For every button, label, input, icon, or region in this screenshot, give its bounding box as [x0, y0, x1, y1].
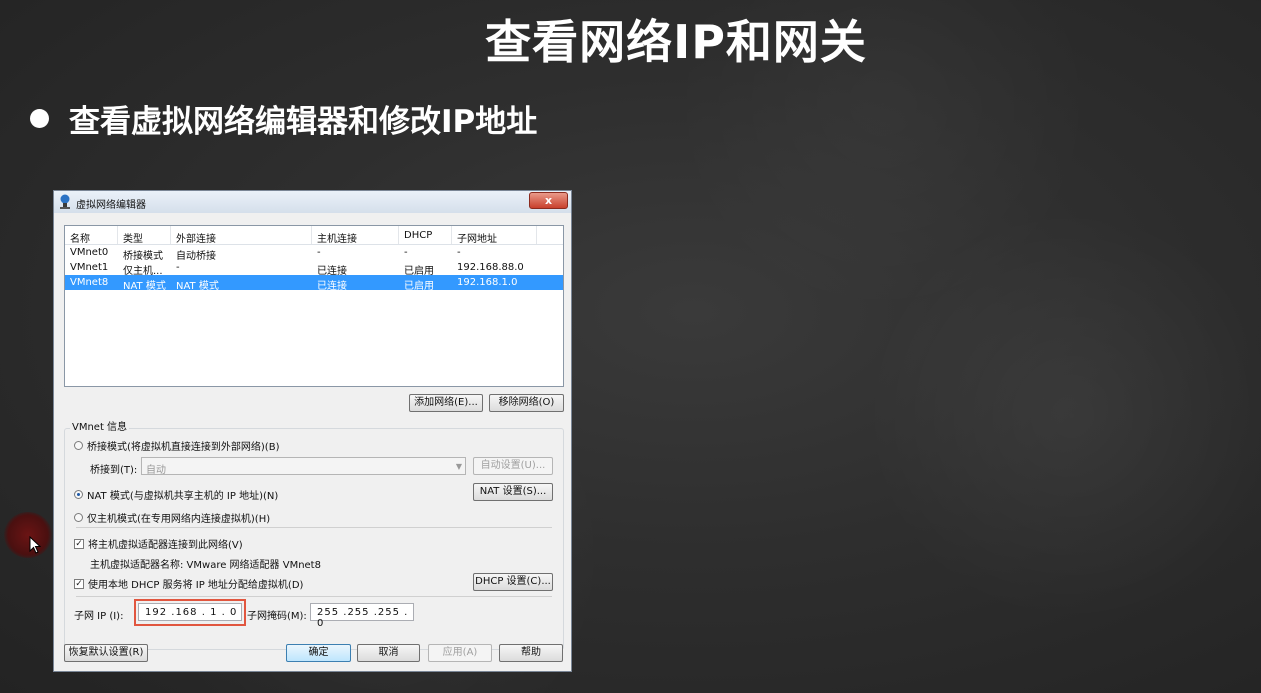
connect-adapter-label: 将主机虚拟适配器连接到此网络(V): [88, 540, 243, 551]
dhcp-settings-button[interactable]: DHCP 设置(C)...: [473, 573, 553, 591]
cell-external: -: [176, 262, 180, 273]
bridge-mode-radio[interactable]: [74, 441, 83, 450]
cell-host: 已连接: [317, 281, 347, 290]
network-row-vmnet8[interactable]: VMnet8 NAT 模式 NAT 模式 已连接 已启用 192.168.1.0: [65, 275, 563, 290]
cell-host: -: [317, 247, 321, 258]
cell-subnet: 192.168.88.0: [457, 262, 524, 273]
cell-dhcp: -: [404, 247, 408, 258]
add-network-button[interactable]: 添加网络(E)...: [409, 394, 483, 412]
nat-settings-button[interactable]: NAT 设置(S)...: [473, 483, 553, 501]
vmnet-info-label: VMnet 信息: [70, 418, 130, 433]
network-editor-app-icon: [60, 194, 70, 209]
cell-external: NAT 模式: [176, 281, 219, 290]
connect-adapter-checkbox[interactable]: ✓: [74, 538, 84, 549]
cell-type: NAT 模式: [123, 281, 166, 290]
bridge-mode-label: 桥接模式(将虚拟机直接连接到外部网络)(B): [87, 442, 280, 453]
column-header-type[interactable]: 类型: [118, 226, 171, 245]
dialog-title: 虚拟网络编辑器: [76, 200, 146, 211]
host-only-label: 仅主机模式(在专用网络内连接虚拟机)(H): [87, 514, 271, 525]
ok-button[interactable]: 确定: [286, 644, 351, 662]
bullet-text: 查看虚拟网络编辑器和修改IP地址: [69, 104, 538, 140]
mouse-cursor-icon: [29, 536, 41, 554]
cell-name: VMnet1: [70, 262, 109, 273]
host-only-radio[interactable]: [74, 513, 83, 522]
cancel-button[interactable]: 取消: [357, 644, 420, 662]
network-row-vmnet0[interactable]: VMnet0 桥接模式 自动桥接 - - -: [65, 245, 563, 260]
cell-host: 已连接: [317, 266, 347, 275]
use-dhcp-label: 使用本地 DHCP 服务将 IP 地址分配给虚拟机(D): [88, 580, 304, 591]
bullet-item: 查看虚拟网络编辑器和修改IP地址: [30, 96, 537, 141]
cell-type: 仅主机...: [123, 266, 163, 275]
bridge-to-value: 自动: [146, 465, 166, 476]
column-header-external[interactable]: 外部连接: [171, 226, 312, 245]
column-header-dhcp[interactable]: DHCP: [399, 226, 452, 244]
bridge-to-select[interactable]: 自动 ▼: [141, 457, 466, 476]
cell-type: 桥接模式: [123, 251, 163, 260]
apply-button[interactable]: 应用(A): [428, 644, 492, 662]
column-header-name[interactable]: 名称: [65, 226, 118, 245]
cell-external: 自动桥接: [176, 251, 216, 260]
host-only-option[interactable]: 仅主机模式(在专用网络内连接虚拟机)(H): [74, 510, 270, 525]
network-list[interactable]: 名称 类型 外部连接 主机连接 DHCP 子网地址 VMnet0 桥接模式 自动…: [64, 225, 564, 387]
cell-name: VMnet0: [70, 247, 109, 258]
divider: [76, 527, 552, 528]
slide-title: 查看网络IP和网关: [485, 15, 867, 69]
nat-mode-label: NAT 模式(与虚拟机共享主机的 IP 地址)(N): [87, 491, 279, 502]
use-dhcp-checkbox[interactable]: ✓: [74, 578, 84, 589]
divider: [76, 596, 552, 597]
subnet-ip-label: 子网 IP (I):: [74, 611, 124, 622]
network-row-vmnet1[interactable]: VMnet1 仅主机... - 已连接 已启用 192.168.88.0: [65, 260, 563, 275]
nat-mode-radio[interactable]: [74, 490, 83, 499]
cell-dhcp: 已启用: [404, 281, 434, 290]
laser-pointer-spot: [4, 512, 52, 558]
help-button[interactable]: 帮助: [499, 644, 563, 662]
bridge-to-label: 桥接到(T):: [90, 465, 138, 476]
bullet-dot-icon: [30, 109, 49, 128]
subnet-mask-input[interactable]: 255 .255 .255 . 0: [310, 603, 414, 629]
nat-mode-option[interactable]: NAT 模式(与虚拟机共享主机的 IP 地址)(N): [74, 487, 278, 502]
column-header-host[interactable]: 主机连接: [312, 226, 399, 245]
use-dhcp-option[interactable]: ✓ 使用本地 DHCP 服务将 IP 地址分配给虚拟机(D): [74, 576, 303, 591]
connect-adapter-option[interactable]: ✓ 将主机虚拟适配器连接到此网络(V): [74, 536, 243, 551]
dropdown-arrow-icon: ▼: [455, 462, 462, 471]
adapter-name-label: 主机虚拟适配器名称: VMware 网络适配器 VMnet8: [90, 560, 321, 571]
cell-name: VMnet8: [70, 277, 109, 288]
auto-settings-button[interactable]: 自动设置(U)...: [473, 457, 553, 475]
cell-dhcp: 已启用: [404, 266, 434, 275]
subnet-ip-input[interactable]: 192 .168 . 1 . 0: [138, 603, 242, 621]
dialog-content: 名称 类型 外部连接 主机连接 DHCP 子网地址 VMnet0 桥接模式 自动…: [54, 213, 571, 671]
subnet-mask-label: 子网掩码(M):: [247, 611, 307, 622]
close-button[interactable]: x: [529, 192, 568, 209]
remove-network-button[interactable]: 移除网络(O): [489, 394, 564, 412]
network-list-header: 名称 类型 外部连接 主机连接 DHCP 子网地址: [65, 226, 563, 245]
dialog-titlebar[interactable]: 虚拟网络编辑器 x: [54, 191, 571, 213]
cell-subnet: 192.168.1.0: [457, 277, 518, 288]
restore-defaults-button[interactable]: 恢复默认设置(R): [64, 644, 148, 662]
column-header-subnet[interactable]: 子网地址: [452, 226, 537, 245]
cell-subnet: -: [457, 247, 461, 258]
virtual-network-editor-dialog: 虚拟网络编辑器 x 名称 类型 外部连接 主机连接 DHCP 子网地址 VMne…: [53, 190, 572, 672]
bridge-mode-option[interactable]: 桥接模式(将虚拟机直接连接到外部网络)(B): [74, 438, 279, 453]
